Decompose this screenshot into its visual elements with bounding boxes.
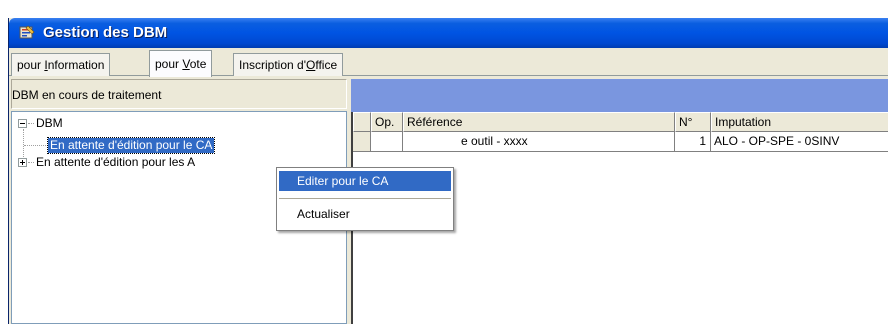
grid-header-indicator	[353, 112, 371, 132]
menu-separator	[279, 198, 451, 200]
app-form-icon	[19, 25, 35, 39]
tab-label-pre: Inscription d'	[239, 58, 306, 72]
grid-header-imputation[interactable]: Imputation	[711, 112, 888, 132]
tab-label-post: nformation	[47, 58, 105, 72]
menu-item-actualiser[interactable]: Actualiser	[279, 204, 451, 224]
tab-pour-vote[interactable]: pour Vote	[149, 50, 213, 77]
tab-label-post: ffice	[315, 58, 338, 72]
title-bar[interactable]: Gestion des DBM	[9, 18, 888, 48]
tab-inscription-office[interactable]: Inscription d'Office	[233, 53, 344, 76]
tree-expand-attente-autres[interactable]	[18, 158, 27, 167]
menu-item-editer-ca[interactable]: Editer pour le CA	[279, 171, 451, 191]
grid-cell-numero[interactable]: 1	[675, 132, 711, 152]
tab-label-pre: pour	[155, 57, 183, 71]
grid-cell-imputation[interactable]: ALO - OP-SPE - 0SINV	[711, 132, 888, 152]
tab-label-key: V	[182, 57, 190, 71]
tab-label-key: O	[306, 58, 316, 72]
tab-pour-information[interactable]: pour Information	[11, 53, 111, 76]
tab-label-post: ote	[189, 57, 207, 71]
tree-connector	[24, 145, 50, 146]
grid-cell-op[interactable]	[371, 132, 403, 152]
grid-cell-reference[interactable]: e outil - xxxx	[403, 132, 675, 152]
tree-node-root[interactable]: DBM	[34, 116, 65, 131]
window-title: Gestion des DBM	[43, 24, 168, 41]
tree-node-attente-autres[interactable]: En attente d'édition pour les A	[34, 155, 197, 170]
tree-collapse-root[interactable]	[18, 119, 27, 128]
grid-header-reference[interactable]: Référence	[403, 112, 675, 132]
tab-strip: pour Information pour Vote Inscription d…	[9, 48, 888, 77]
grid-header-op[interactable]: Op.	[371, 112, 403, 132]
right-panel-header	[351, 79, 888, 112]
tree-node-attente-ca[interactable]: En attente d'édition pour le CA	[46, 137, 216, 154]
left-panel-header: DBM en cours de traitement	[11, 79, 347, 109]
grid-header-numero[interactable]: N°	[675, 112, 711, 132]
row-indicator[interactable]	[353, 132, 371, 152]
context-menu: Editer pour le CA Actualiser	[276, 167, 454, 231]
tab-label-pre: pour	[17, 58, 45, 72]
